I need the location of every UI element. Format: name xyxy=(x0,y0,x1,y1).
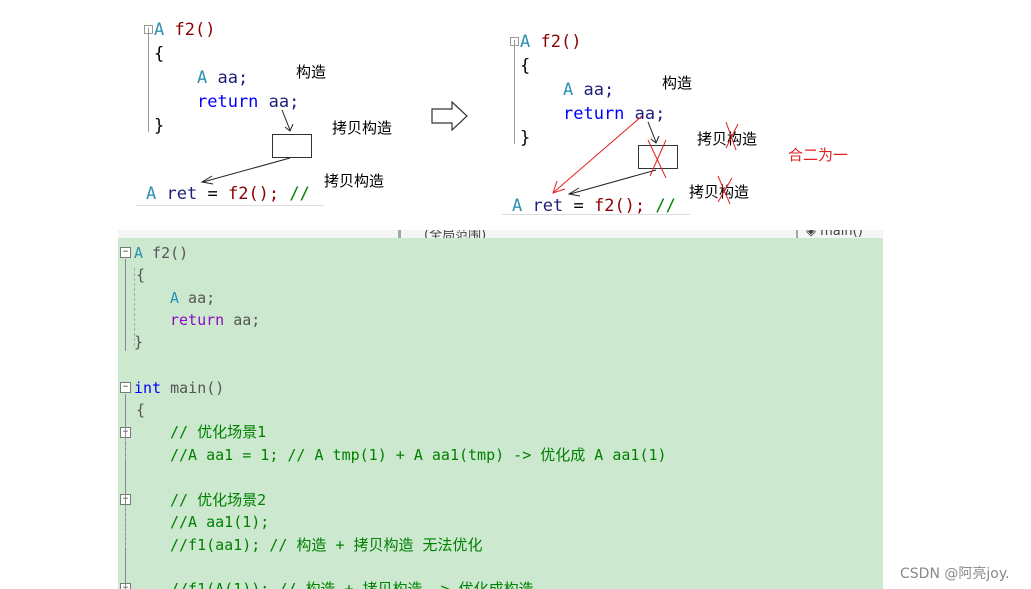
code-editor[interactable]: − − − − − A f2() { A aa; return aa; } in… xyxy=(118,238,883,589)
code-line-3: A aa; xyxy=(170,287,215,309)
watermark: CSDN @阿亮joy. xyxy=(900,566,1010,582)
code-line-8: { xyxy=(136,399,145,421)
code-brace: { xyxy=(136,266,146,284)
code-comment: // 优化场景2 xyxy=(170,491,267,509)
right-cross-copy1 xyxy=(725,121,739,151)
right-cross-copy2 xyxy=(717,175,733,205)
code-line-13: //A aa1(1); xyxy=(170,511,269,533)
fold-toggle-icon[interactable]: − xyxy=(120,382,131,393)
code-line-12: // 优化场景2 xyxy=(170,489,266,511)
code-comment: // 优化场景1 xyxy=(170,423,267,441)
code-line-10: //A aa1 = 1; // A tmp(1) + A aa1(tmp) ->… xyxy=(170,444,667,466)
right-arrow-down xyxy=(647,121,657,143)
right-arrows xyxy=(552,115,739,205)
code-line-5: } xyxy=(134,331,143,353)
fold-guide xyxy=(125,439,126,459)
code-line-4: return aa; xyxy=(170,309,260,331)
transform-arrow-icon xyxy=(431,100,468,132)
code-brace: { xyxy=(136,401,146,419)
code-comment: //A aa1(1); xyxy=(170,513,270,531)
code-line-14: //f1(aa1); // 构造 + 拷贝构造 无法优化 xyxy=(170,534,483,556)
code-fn-sig: f2() xyxy=(143,244,189,262)
right-cross-box xyxy=(647,139,667,179)
code-line-16: //f1(A(1)); // 构造 + 拷贝构造 -> 优化成构造 xyxy=(170,578,534,589)
code-line-1: A f2() xyxy=(134,242,188,264)
fold-guide xyxy=(125,394,126,589)
code-type: A xyxy=(134,244,144,262)
fold-toggle-icon[interactable]: − xyxy=(120,247,131,258)
fold-guide xyxy=(125,259,126,351)
left-arrow-to-ret xyxy=(202,157,291,183)
code-line-9: // 优化场景1 xyxy=(170,421,266,443)
code-brace: } xyxy=(134,333,144,351)
code-fn-sig: main() xyxy=(161,379,225,397)
code-keyword: return xyxy=(170,311,225,329)
code-comment: //f1(A(1)); // 构造 + 拷贝构造 -> 优化成构造 xyxy=(170,580,534,589)
right-arrow-to-ret xyxy=(569,169,657,195)
code-line-2: { xyxy=(136,264,145,286)
code-comment: //f1(aa1); // 构造 + 拷贝构造 无法优化 xyxy=(170,536,483,554)
left-arrow-down xyxy=(281,109,291,131)
code-comment: //A aa1 = 1; // A tmp(1) + A aa1(tmp) ->… xyxy=(170,446,667,464)
code-var: aa; xyxy=(179,289,216,307)
left-arrows xyxy=(200,109,294,185)
right-red-arrow xyxy=(553,115,643,193)
code-line-7: int main() xyxy=(134,377,224,399)
code-type: A xyxy=(170,289,180,307)
fold-guide xyxy=(125,506,126,548)
code-keyword: int xyxy=(134,379,162,397)
code-var: aa; xyxy=(224,311,261,329)
